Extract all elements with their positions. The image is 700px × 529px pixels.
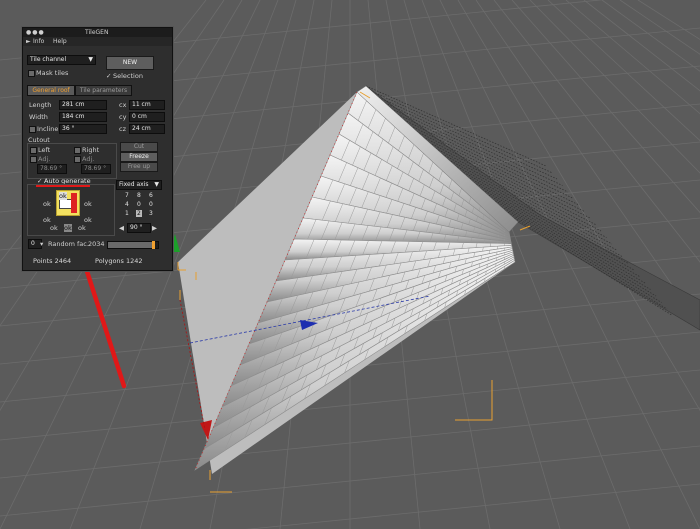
tab-general-roof[interactable]: General roof — [27, 85, 75, 96]
ok-right[interactable]: ok — [84, 200, 92, 208]
cy-label: cy — [119, 113, 127, 121]
menu-info[interactable]: Info — [33, 38, 44, 45]
random-seed-value: 2034 — [88, 240, 105, 248]
left-adj-label: Adj. — [38, 155, 51, 163]
right-adj-checkbox[interactable] — [74, 156, 81, 163]
random-slider-handle[interactable] — [152, 241, 155, 249]
left-adj-checkbox[interactable] — [30, 156, 37, 163]
right-label: Right — [82, 146, 100, 154]
ok-bottom-right[interactable]: ok — [78, 224, 86, 232]
channel-select[interactable]: Tile channel ▼ — [27, 55, 96, 65]
points-count: Points 2464 — [33, 257, 72, 265]
ok-bottom[interactable]: ok — [64, 224, 72, 232]
length-input[interactable]: 281 cm — [59, 100, 107, 110]
new-button[interactable]: NEW — [106, 56, 154, 70]
left-angle-input[interactable]: 78.69 ° — [37, 164, 67, 174]
polygons-count: Polygons 1242 — [95, 257, 143, 265]
menu-help[interactable]: Help — [53, 38, 67, 45]
cx-input[interactable]: 11 cm — [129, 100, 165, 110]
angle-increase-icon[interactable]: ▶ — [152, 224, 157, 232]
right-checkbox[interactable] — [74, 147, 81, 154]
random-fac-label: Random fac. — [48, 240, 89, 248]
ok-bottom-left[interactable]: ok — [50, 224, 58, 232]
ok-left-top-label[interactable]: ok — [43, 216, 51, 224]
right-adj-label: Adj. — [82, 155, 95, 163]
random-step-icon[interactable]: ▾ — [40, 240, 43, 248]
width-input[interactable]: 184 cm — [59, 112, 107, 122]
angle-decrease-icon[interactable]: ◀ — [119, 224, 124, 232]
free-up-button[interactable]: Free up — [120, 162, 158, 172]
window-title: TileGEN — [85, 29, 109, 36]
cut-button[interactable]: Cut — [120, 142, 158, 152]
cy-input[interactable]: 0 cm — [129, 112, 165, 122]
fixed-axis-select[interactable]: Fixed axis ▼ — [116, 180, 162, 190]
incline-checkbox[interactable] — [29, 126, 36, 133]
menu-arrow-icon[interactable]: ► — [26, 38, 31, 45]
left-label: Left — [38, 146, 51, 154]
selection-label: Selection — [113, 72, 143, 80]
ok-left[interactable]: ok — [43, 200, 51, 208]
chevron-down-icon: ▼ — [154, 181, 159, 188]
right-angle-input[interactable]: 78.69 ° — [81, 164, 111, 174]
tilegen-panel: ●●● TileGEN ► Info Help Tile channel ▼ NE… — [22, 27, 173, 271]
ok-right-top-label[interactable]: ok — [84, 216, 92, 224]
cx-label: cx — [119, 101, 127, 109]
mask-tiles-label: Mask tiles — [36, 69, 69, 77]
length-label: Length — [29, 101, 52, 109]
tab-tile-parameters[interactable]: Tile parameters — [75, 85, 132, 96]
random-slider[interactable] — [107, 241, 159, 249]
ok-top[interactable]: ok — [59, 192, 67, 200]
mask-tiles-checkbox[interactable] — [28, 70, 35, 77]
incline-label: Incline — [37, 125, 59, 133]
left-checkbox[interactable] — [30, 147, 37, 154]
cz-label: cz — [119, 125, 126, 133]
menu-bar: ► Info Help — [23, 37, 172, 46]
cz-input[interactable]: 24 cm — [129, 124, 165, 134]
angle-input[interactable]: 90 ° — [127, 223, 151, 233]
freeze-button[interactable]: Freeze — [120, 152, 158, 162]
incline-input[interactable]: 36 ° — [59, 124, 107, 134]
panel-titlebar[interactable]: ●●● TileGEN — [23, 28, 172, 37]
random-slider-fill — [108, 242, 152, 248]
width-label: Width — [29, 113, 48, 121]
chevron-down-icon: ▼ — [88, 56, 93, 63]
selection-check-icon[interactable]: ✓ — [106, 72, 111, 80]
window-controls-icon[interactable]: ●●● — [26, 29, 45, 36]
